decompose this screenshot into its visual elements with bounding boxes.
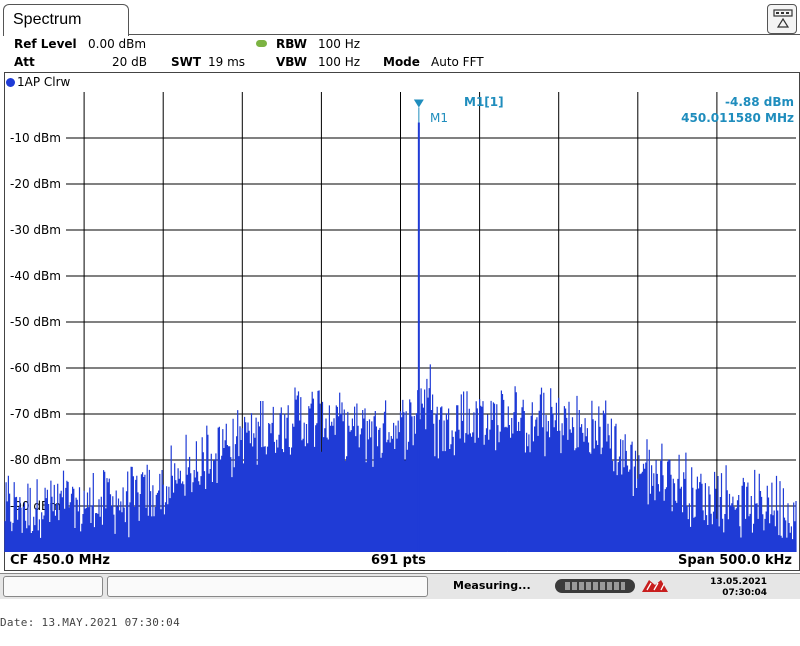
span: Span 500.0 kHz	[678, 553, 792, 568]
status-field-2	[107, 576, 428, 597]
marker	[413, 99, 424, 123]
y-tick-label: -30 dBm	[10, 223, 61, 237]
y-tick-label: -20 dBm	[10, 177, 61, 191]
measurement-progress	[555, 579, 635, 593]
marker-id: M1[1]	[464, 95, 504, 109]
y-tick-label: -80 dBm	[10, 453, 61, 467]
sweep-points: 691 pts	[371, 553, 426, 568]
status-date: 13.05.2021	[710, 577, 767, 587]
marker-tag: M1	[430, 111, 448, 125]
date-line: Date: 13.MAY.2021 07:30:04	[0, 616, 180, 629]
y-tick-label: -50 dBm	[10, 315, 61, 329]
marker-frequency: 450.011580 MHz	[681, 111, 794, 125]
status-field-1	[3, 576, 103, 597]
status-time: 07:30:04	[722, 588, 767, 598]
y-tick-label: -10 dBm	[10, 131, 61, 145]
y-tick-label: -60 dBm	[10, 361, 61, 375]
y-axis-ticks: -10 dBm -20 dBm -30 dBm -40 dBm -50 dBm -60 d…	[10, 131, 61, 513]
lxi-icon	[642, 580, 668, 592]
progress-fill	[565, 582, 625, 590]
y-tick-label: -70 dBm	[10, 407, 61, 421]
marker-level: -4.88 dBm	[724, 95, 794, 109]
spectrum-plot: -10 dBm -20 dBm -30 dBm -40 dBm -50 dBm -60 d…	[4, 92, 797, 552]
y-tick-label: -40 dBm	[10, 269, 61, 283]
measuring-status: Measuring...	[453, 579, 531, 592]
marker-triangle-icon[interactable]	[413, 99, 424, 108]
center-frequency: CF 450.0 MHz	[10, 553, 110, 568]
